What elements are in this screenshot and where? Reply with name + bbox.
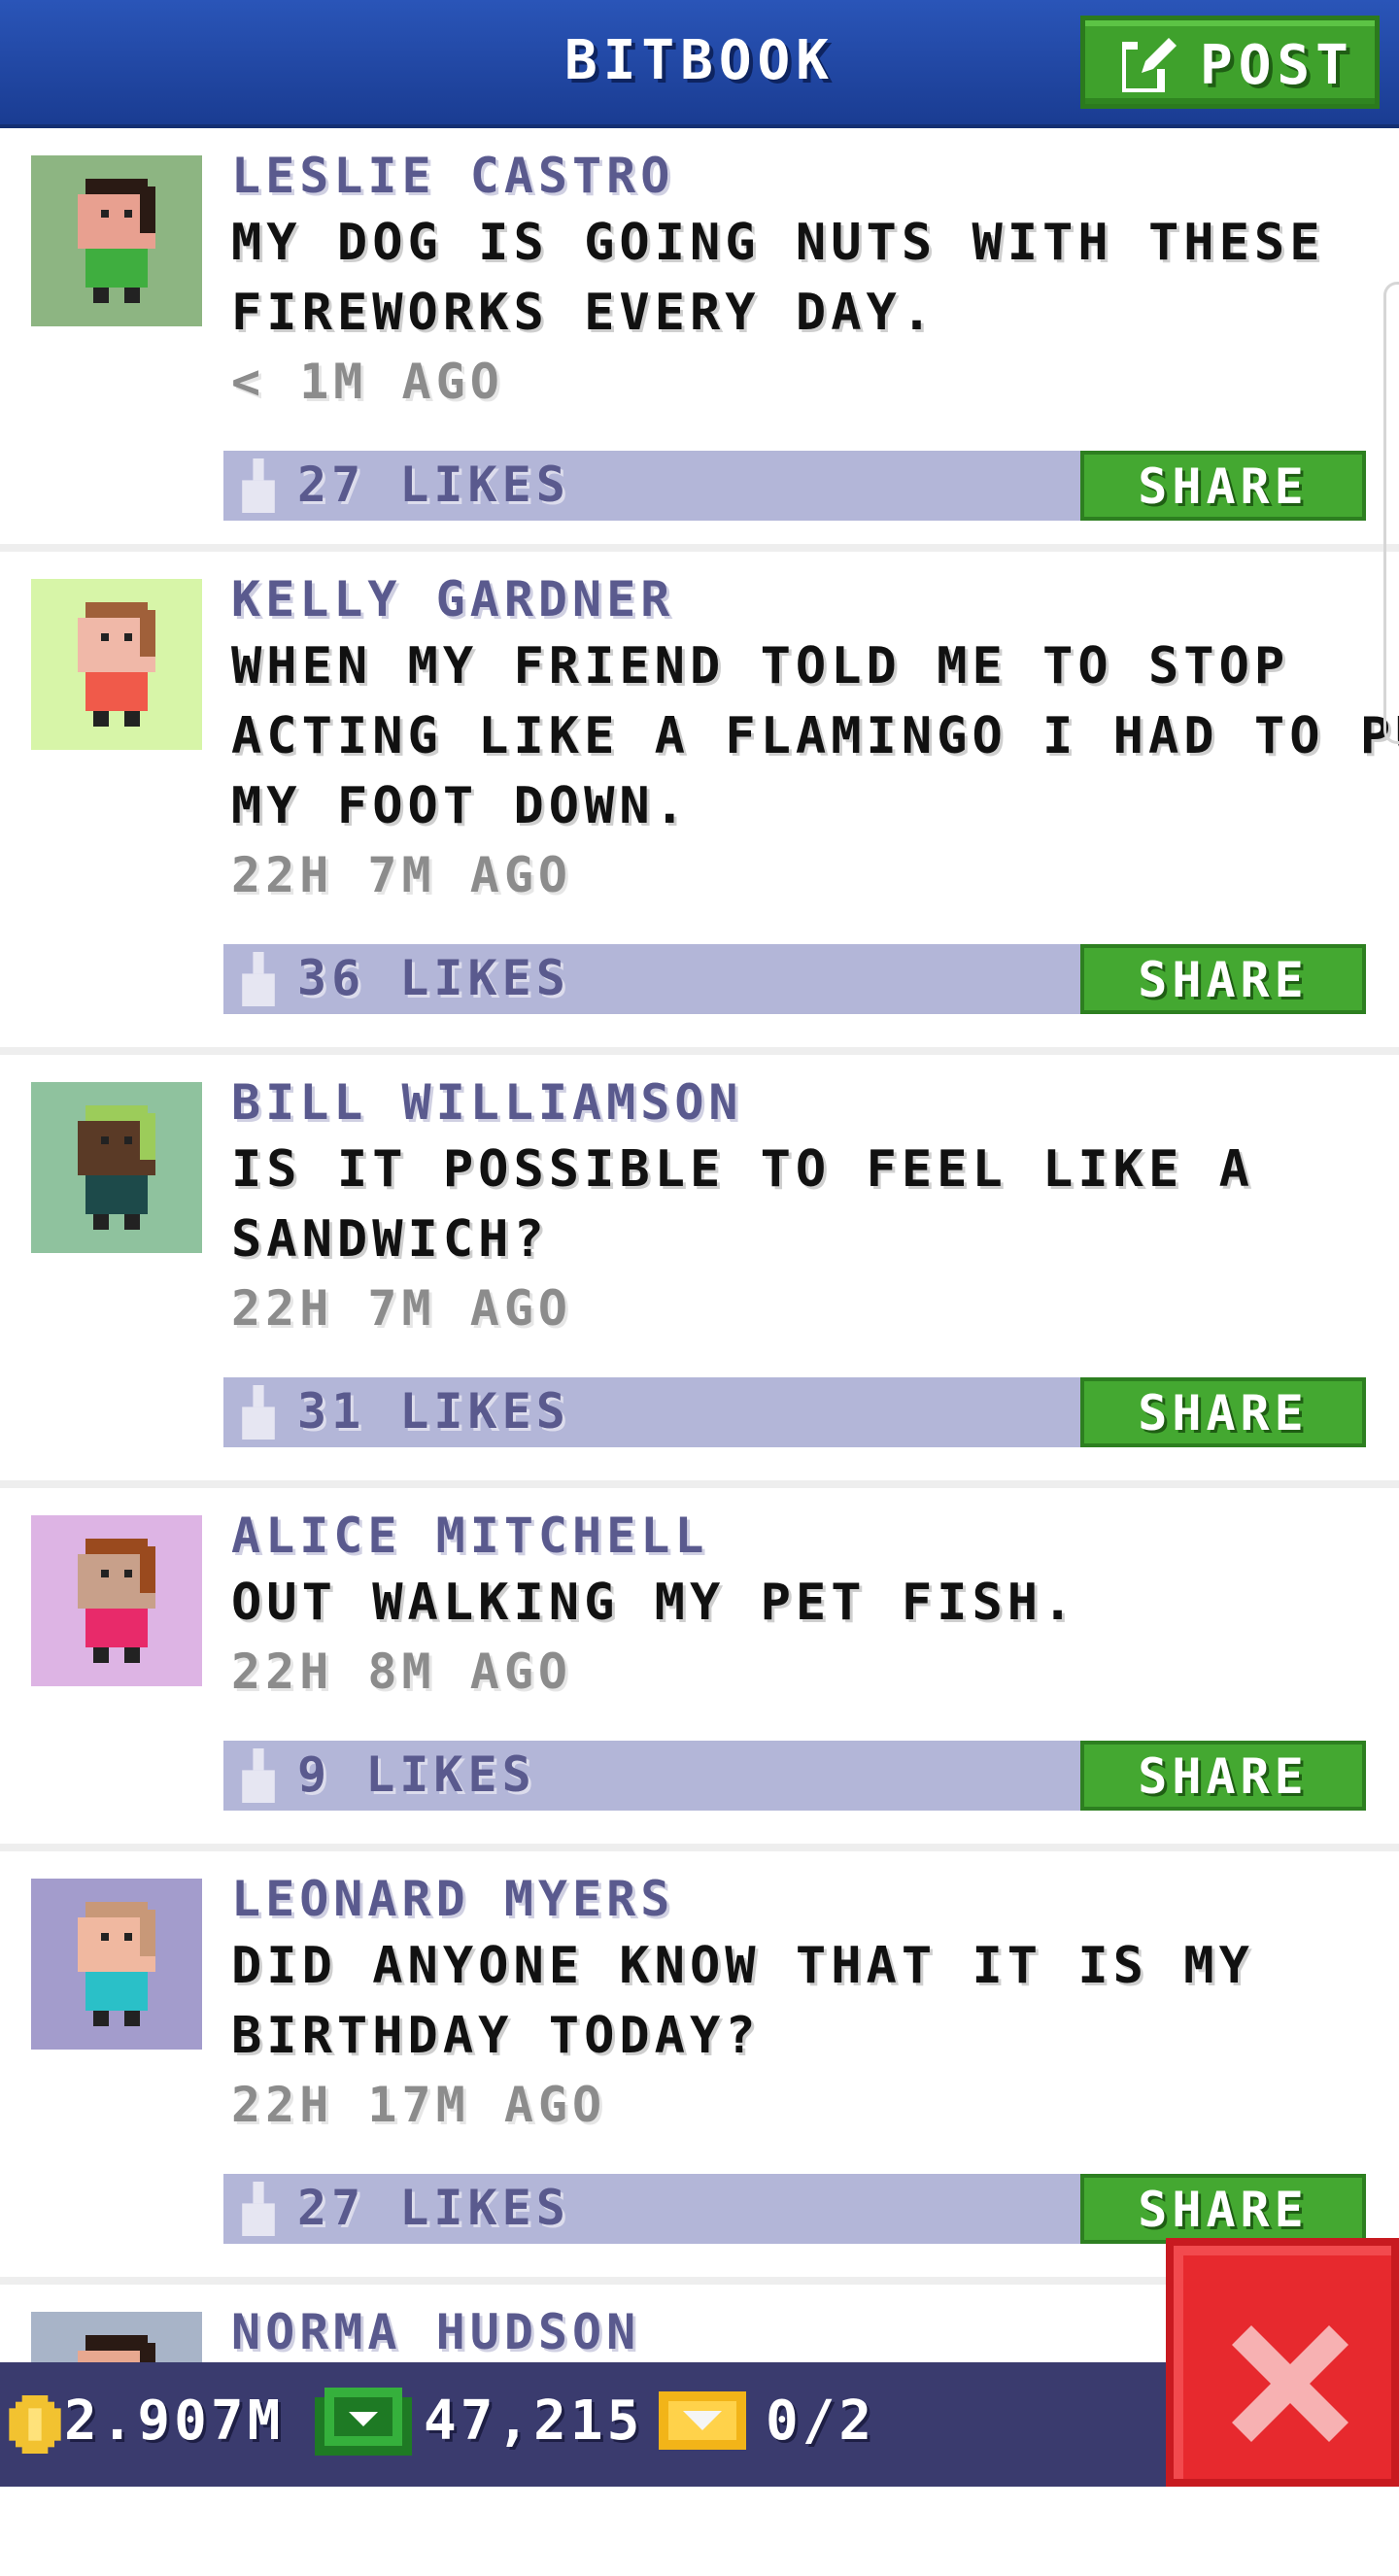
post-text-line: DID ANYONE KNOW THAT IT IS MY xyxy=(231,1937,1254,1995)
like-count: 27 LIKES xyxy=(297,2180,570,2236)
post-author[interactable]: KELLY GARDNER xyxy=(231,571,674,627)
share-button[interactable]: SHARE xyxy=(1080,1741,1366,1811)
scroll-indicator[interactable] xyxy=(1383,282,1399,744)
post-timestamp: 22H 17M AGO xyxy=(231,2077,607,2133)
share-button-label: SHARE xyxy=(1138,952,1309,1008)
post-text-line: SANDWICH? xyxy=(231,1210,549,1269)
post-author[interactable]: LESLIE CASTRO xyxy=(231,148,674,204)
share-button-label: SHARE xyxy=(1138,1385,1309,1441)
post-author[interactable]: NORMA HUDSON xyxy=(231,2304,640,2360)
thumbs-up-icon[interactable] xyxy=(241,1748,276,1803)
avatar xyxy=(31,1515,202,1686)
post-button[interactable]: POST xyxy=(1080,16,1380,109)
ticket-icon[interactable] xyxy=(659,2391,746,2450)
post-text-line: ACTING LIKE A FLAMINGO I HAD TO PUT xyxy=(231,707,1399,765)
bux-icon[interactable] xyxy=(315,2388,412,2456)
thumbs-up-icon[interactable] xyxy=(241,1385,276,1440)
post-text-line: WHEN MY FRIEND TOLD ME TO STOP xyxy=(231,637,1290,695)
share-button[interactable]: SHARE xyxy=(1080,2174,1366,2244)
like-bar: 9 LIKES SHARE xyxy=(223,1741,1366,1811)
share-button-label: SHARE xyxy=(1138,1748,1309,1805)
ticket-count: 0/2 xyxy=(766,2390,876,2453)
post-timestamp: 22H 8M AGO xyxy=(231,1644,573,1700)
avatar xyxy=(31,1082,202,1253)
post-text-line: MY DOG IS GOING NUTS WITH THESE xyxy=(231,214,1325,272)
thumbs-up-icon[interactable] xyxy=(241,2182,276,2236)
avatar xyxy=(31,579,202,750)
thumbs-up-icon[interactable] xyxy=(241,952,276,1006)
like-count: 9 LIKES xyxy=(297,1746,536,1803)
post-timestamp: < 1M AGO xyxy=(231,354,504,410)
bux-count: 47,215 xyxy=(424,2390,644,2453)
share-button[interactable]: SHARE xyxy=(1080,944,1366,1014)
like-count: 27 LIKES xyxy=(297,457,570,513)
post-timestamp: 22H 7M AGO xyxy=(231,1280,573,1337)
top-bar: BITBOOK POST xyxy=(0,0,1399,128)
share-button-label: SHARE xyxy=(1138,2182,1309,2238)
post-author[interactable]: ALICE MITCHELL xyxy=(231,1508,708,1564)
coin-icon xyxy=(9,2395,61,2454)
coin-count: 2.907M xyxy=(64,2390,285,2453)
post-text-line: BIRTHDAY TODAY? xyxy=(231,2007,761,2065)
feed-post: KELLY GARDNER WHEN MY FRIEND TOLD ME TO … xyxy=(0,552,1399,1055)
post-text-line: OUT WALKING MY PET FISH. xyxy=(231,1574,1078,1632)
like-bar: 27 LIKES SHARE xyxy=(223,451,1366,521)
post-author[interactable]: LEONARD MYERS xyxy=(231,1871,674,1927)
edit-icon xyxy=(1122,38,1177,92)
like-bar: 36 LIKES SHARE xyxy=(223,944,1366,1014)
like-bar: 27 LIKES SHARE xyxy=(223,2174,1366,2244)
like-bar: 31 LIKES SHARE xyxy=(223,1377,1366,1447)
feed-post: LESLIE CASTRO MY DOG IS GOING NUTS WITH … xyxy=(0,128,1399,552)
post-text-line: MY FOOT DOWN. xyxy=(231,777,690,835)
like-count: 36 LIKES xyxy=(297,950,570,1006)
post-text-line: IS IT POSSIBLE TO FEEL LIKE A xyxy=(231,1140,1254,1199)
post-author[interactable]: BILL WILLIAMSON xyxy=(231,1074,743,1131)
feed-list: LESLIE CASTRO MY DOG IS GOING NUTS WITH … xyxy=(0,128,1399,2576)
avatar xyxy=(31,1879,202,2050)
close-button[interactable] xyxy=(1166,2238,1399,2487)
feed-post: ALICE MITCHELL OUT WALKING MY PET FISH. … xyxy=(0,1488,1399,1851)
share-button[interactable]: SHARE xyxy=(1080,451,1366,521)
share-button[interactable]: SHARE xyxy=(1080,1377,1366,1447)
avatar xyxy=(31,155,202,326)
post-timestamp: 22H 7M AGO xyxy=(231,847,573,903)
post-text-line: FIREWORKS EVERY DAY. xyxy=(231,284,938,342)
feed-post: LEONARD MYERS DID ANYONE KNOW THAT IT IS… xyxy=(0,1851,1399,2285)
thumbs-up-icon[interactable] xyxy=(241,458,276,513)
share-button-label: SHARE xyxy=(1138,458,1309,515)
feed-post: BILL WILLIAMSON IS IT POSSIBLE TO FEEL L… xyxy=(0,1055,1399,1488)
close-icon xyxy=(1232,2325,1348,2442)
like-count: 31 LIKES xyxy=(297,1383,570,1440)
post-button-label: POST xyxy=(1200,34,1354,97)
